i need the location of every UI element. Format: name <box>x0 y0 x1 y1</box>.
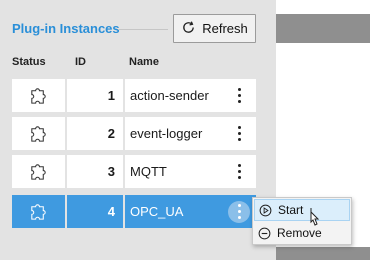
menu-item-label: Start <box>278 203 304 217</box>
name-cell: MQTT <box>125 155 256 188</box>
menu-item-start[interactable]: Start <box>254 199 350 221</box>
mouse-pointer-icon <box>310 208 320 226</box>
column-header-id[interactable]: ID <box>75 56 86 68</box>
column-header-status[interactable]: Status <box>12 56 46 68</box>
status-cell <box>12 117 65 150</box>
instance-name: event-logger <box>130 126 203 141</box>
status-cell <box>12 79 65 112</box>
title-divider <box>118 29 168 30</box>
name-cell: event-logger <box>125 117 256 150</box>
id-cell: 3 <box>67 155 123 188</box>
name-cell: OPC_UA <box>125 195 256 228</box>
refresh-label: Refresh <box>202 21 248 36</box>
id-cell: 2 <box>67 117 123 150</box>
right-pane-bar <box>276 14 370 43</box>
status-cell <box>12 155 65 188</box>
menu-item-remove[interactable]: Remove <box>254 222 350 244</box>
id-cell: 4 <box>67 195 123 228</box>
play-circle-icon <box>259 204 272 216</box>
instance-name: OPC_UA <box>130 204 184 219</box>
instance-name: action-sender <box>130 88 209 103</box>
status-cell <box>12 195 65 228</box>
puzzle-icon <box>31 126 46 142</box>
table-row[interactable]: 3 MQTT <box>12 155 256 188</box>
refresh-button[interactable]: Refresh <box>173 14 256 43</box>
puzzle-icon <box>31 164 46 180</box>
table-row[interactable]: 2 event-logger <box>12 117 256 150</box>
plugin-instances-panel: Plug-in Instances Refresh Status ID Name… <box>0 0 276 260</box>
more-options-icon[interactable] <box>228 85 250 107</box>
refresh-icon <box>181 20 196 38</box>
table-row[interactable]: 1 action-sender <box>12 79 256 112</box>
instance-name: MQTT <box>130 164 167 179</box>
id-cell: 1 <box>67 79 123 112</box>
panel-title: Plug-in Instances <box>12 21 120 36</box>
name-cell: action-sender <box>125 79 256 112</box>
more-options-icon[interactable] <box>228 123 250 145</box>
more-options-icon[interactable] <box>228 161 250 183</box>
puzzle-icon <box>31 204 46 220</box>
minus-circle-icon <box>258 227 271 239</box>
puzzle-icon <box>31 88 46 104</box>
context-menu: Start Remove <box>252 197 352 245</box>
more-options-icon[interactable] <box>228 200 250 223</box>
column-header-name[interactable]: Name <box>129 56 159 68</box>
right-pane-bar <box>276 247 370 260</box>
table-row-selected[interactable]: 4 OPC_UA <box>12 195 256 228</box>
